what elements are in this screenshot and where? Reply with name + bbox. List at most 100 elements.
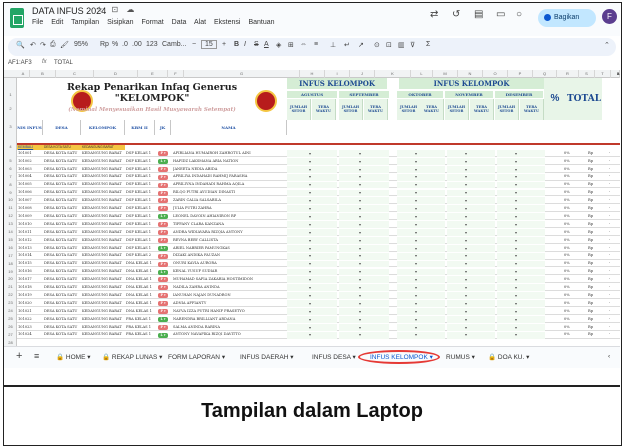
gender-chip[interactable]: L ▾ xyxy=(158,214,168,220)
cell-desa[interactable]: DESA KOTA SATU xyxy=(44,309,81,313)
cell-kelompok[interactable]: KEDANGUNG BARAT xyxy=(82,182,125,186)
table-row[interactable]: 101010 DESA KOTA SATU KEDANGUNG BARAT DSP K… xyxy=(17,221,620,228)
cell-nis[interactable]: 101006 xyxy=(18,190,42,194)
cell-nama[interactable]: KENAL YUSUF SUDIAR xyxy=(173,269,286,273)
dropdown-chevron-icon[interactable]: ▾ xyxy=(465,293,467,298)
row-number[interactable]: 13 xyxy=(4,221,17,226)
tab-rekap-lunas[interactable]: 🔒 REKAP LUNAS ▾ xyxy=(102,353,162,361)
dropdown-chevron-icon[interactable]: ▾ xyxy=(515,246,517,251)
filter-icon[interactable]: ⊽ xyxy=(410,41,415,49)
cell-kbm[interactable]: DNA KELAS 1 xyxy=(126,269,155,273)
header-kelompok[interactable]: KELOMPOK xyxy=(81,120,125,135)
cell-kelompok[interactable]: KEDANGUNG BARAT xyxy=(82,332,125,336)
dropdown-chevron-icon[interactable]: ▾ xyxy=(515,174,517,179)
table-row[interactable]: 101006 DESA KOTA SATU KEDANGUNG BARAT DSP K… xyxy=(17,189,620,197)
search-menu-icon[interactable]: 🔍 xyxy=(16,41,25,49)
cell-kelompok[interactable]: KEDANGUNG BARAT xyxy=(82,309,125,313)
gender-chip[interactable]: L ▾ xyxy=(158,316,168,322)
row-number[interactable]: 2 xyxy=(4,106,17,111)
dropdown-chevron-icon[interactable]: ▾ xyxy=(359,167,361,172)
cell-percent[interactable]: 0% xyxy=(564,238,570,242)
cell-percent[interactable]: 0% xyxy=(564,190,570,194)
row-number[interactable]: 12 xyxy=(4,213,17,218)
cell-percent[interactable]: 0% xyxy=(564,159,570,163)
insert-link-icon[interactable]: ⊙ xyxy=(374,41,380,49)
row-number[interactable]: 11 xyxy=(4,205,17,210)
cell-nis[interactable]: 101018 xyxy=(18,285,42,289)
cell-kbm[interactable]: DSP KELAS 1 xyxy=(126,182,155,186)
dropdown-chevron-icon[interactable]: ▾ xyxy=(465,190,467,195)
table-row[interactable]: 101022 DESA KOTA SATU KEDANGUNG BARAT PRA K… xyxy=(17,315,620,323)
cell-total-value[interactable]: - xyxy=(609,206,610,210)
cell-percent[interactable]: 0% xyxy=(564,261,570,265)
row-number[interactable]: 19 xyxy=(4,269,17,274)
text-color-button[interactable]: A xyxy=(264,41,269,48)
dropdown-chevron-icon[interactable]: ▾ xyxy=(515,159,517,164)
cell-desa[interactable]: DESA KOTA SATU xyxy=(44,206,81,210)
gender-chip[interactable]: P ▾ xyxy=(158,261,168,267)
font-size-increase-icon[interactable]: + xyxy=(222,41,226,48)
dropdown-chevron-icon[interactable]: ▾ xyxy=(359,269,361,274)
gender-chip[interactable]: P ▾ xyxy=(158,198,168,204)
cell-total-currency[interactable]: Rp xyxy=(588,198,593,202)
cell-kbm[interactable]: DSP KELAS 2 xyxy=(126,253,155,257)
cell-total-value[interactable]: - xyxy=(609,182,610,186)
cell-total-value[interactable]: - xyxy=(609,285,610,289)
cell-kbm[interactable]: DNA KELAS 1 xyxy=(126,301,155,305)
menu-insert[interactable]: Sisipkan xyxy=(107,19,133,26)
cell-kelompok[interactable]: KEDANGUNG BARAT xyxy=(82,159,125,163)
cell-percent[interactable]: 0% xyxy=(564,151,570,155)
cell-kelompok[interactable]: KEDANGUNG BARAT xyxy=(82,151,125,155)
cell-desa[interactable]: DESA KOTA SATU xyxy=(44,293,81,297)
dropdown-chevron-icon[interactable]: ▾ xyxy=(515,190,517,195)
cell-kelompok[interactable]: KEDANGUNG BARAT xyxy=(82,238,125,242)
dropdown-chevron-icon[interactable]: ▾ xyxy=(309,151,311,156)
dropdown-chevron-icon[interactable]: ▾ xyxy=(359,246,361,251)
cell-nama[interactable]: ANDRA WIDIAVARA RIZQIA ANTONY xyxy=(173,230,286,234)
dropdown-chevron-icon[interactable]: ▾ xyxy=(465,222,467,227)
table-row[interactable]: 101017 DESA KOTA SATU KEDANGUNG BARAT DNA K… xyxy=(17,276,620,284)
cell-total-currency[interactable]: Rp xyxy=(588,174,593,178)
gender-chip[interactable]: L ▾ xyxy=(158,332,168,338)
print-icon[interactable]: ⎙ xyxy=(50,41,56,49)
cell-desa[interactable]: DESA KOTA SATU xyxy=(44,174,81,178)
cell-nis[interactable]: 101004 xyxy=(18,174,42,178)
cell-kelompok[interactable]: KEDANGUNG BARAT xyxy=(82,325,125,329)
dropdown-chevron-icon[interactable]: ▾ xyxy=(309,261,311,266)
cell-nama[interactable]: MUHAMAD SAFIA ZAKARIA HOSTIMIDON xyxy=(173,277,286,281)
dropdown-chevron-icon[interactable]: ▾ xyxy=(309,167,311,172)
cell-nama[interactable]: HAFIDZ LAKSMANA ARIA NATION xyxy=(173,159,286,163)
dropdown-chevron-icon[interactable]: ▾ xyxy=(415,174,417,179)
cell-percent[interactable]: 0% xyxy=(564,269,570,273)
cell-total-currency[interactable]: Rp xyxy=(588,214,593,218)
cell-kelompok[interactable]: KEDANGUNG BARAT xyxy=(82,230,125,234)
cell-percent[interactable]: 0% xyxy=(564,285,570,289)
cell-total-value[interactable]: - xyxy=(609,309,610,313)
menu-view[interactable]: Tampilan xyxy=(71,19,99,26)
column-header[interactable]: AF xyxy=(617,70,620,78)
cell-total-currency[interactable]: Rp xyxy=(588,167,593,171)
formula-input[interactable]: TOTAL xyxy=(54,60,73,66)
gender-chip[interactable]: P ▾ xyxy=(158,285,168,291)
cell-nis[interactable]: 101012 xyxy=(18,238,42,242)
cell-kelompok[interactable]: KEDANGUNG BARAT xyxy=(82,174,125,178)
cell-percent[interactable]: 0% xyxy=(564,317,570,321)
avatar[interactable]: F xyxy=(602,9,617,24)
dropdown-chevron-icon[interactable]: ▾ xyxy=(515,261,517,266)
cell-desa[interactable]: DESA KOTA SATU xyxy=(44,261,81,265)
cell-kbm[interactable]: DNA KELAS 1 xyxy=(126,293,155,297)
dropdown-chevron-icon[interactable]: ▾ xyxy=(465,174,467,179)
dropdown-chevron-icon[interactable]: ▾ xyxy=(465,151,467,156)
cell-percent[interactable]: 0% xyxy=(564,246,570,250)
table-row[interactable]: 101002 DESA KOTA SATU KEDANGUNG BARAT DSP K… xyxy=(17,157,620,165)
dropdown-chevron-icon[interactable]: ▾ xyxy=(415,277,417,282)
dropdown-chevron-icon[interactable]: ▾ xyxy=(309,293,311,298)
cell-percent[interactable]: 0% xyxy=(564,174,570,178)
cell-total-value[interactable]: - xyxy=(609,167,610,171)
fill-color-icon[interactable]: ◈ xyxy=(276,41,281,49)
subheader-jumlah-setor[interactable]: JUMLAH SETOR xyxy=(445,99,469,120)
tab-doa-ku[interactable]: 🔒 DOA KU. ▾ xyxy=(488,353,529,361)
row-number[interactable]: 10 xyxy=(4,197,17,202)
cell-total-value[interactable]: - xyxy=(609,174,610,178)
dropdown-chevron-icon[interactable]: ▾ xyxy=(359,261,361,266)
